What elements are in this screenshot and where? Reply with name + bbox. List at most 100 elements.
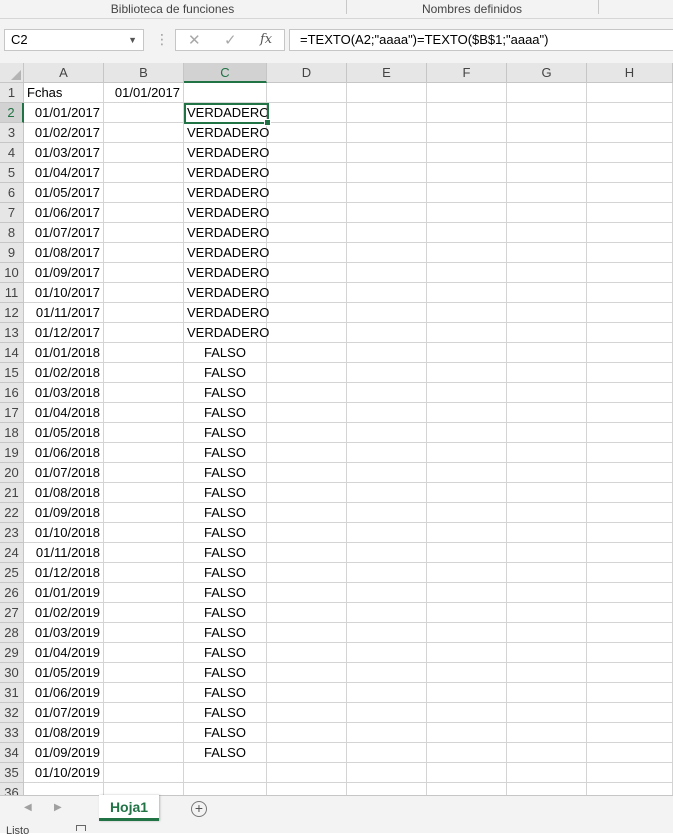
cell-b4[interactable] (104, 143, 184, 163)
cell-b6[interactable] (104, 183, 184, 203)
cell-f28[interactable] (427, 623, 507, 643)
cell-h9[interactable] (587, 243, 673, 263)
cell-h10[interactable] (587, 263, 673, 283)
cell-g1[interactable] (507, 83, 587, 103)
cell-f27[interactable] (427, 603, 507, 623)
cell-b21[interactable] (104, 483, 184, 503)
cell-g29[interactable] (507, 643, 587, 663)
cell-h23[interactable] (587, 523, 673, 543)
cell-g6[interactable] (507, 183, 587, 203)
cell-e32[interactable] (347, 703, 427, 723)
cell-h7[interactable] (587, 203, 673, 223)
row-header[interactable]: 13 (0, 323, 24, 343)
cell-e15[interactable] (347, 363, 427, 383)
cell-g28[interactable] (507, 623, 587, 643)
cell-f23[interactable] (427, 523, 507, 543)
cell-d16[interactable] (267, 383, 347, 403)
cell-d10[interactable] (267, 263, 347, 283)
cell-f1[interactable] (427, 83, 507, 103)
cell-h15[interactable] (587, 363, 673, 383)
cell-f13[interactable] (427, 323, 507, 343)
cell-e11[interactable] (347, 283, 427, 303)
cell-d5[interactable] (267, 163, 347, 183)
row-header[interactable]: 4 (0, 143, 24, 163)
cell-a31[interactable]: 01/06/2019 (24, 683, 104, 703)
cell-d32[interactable] (267, 703, 347, 723)
cell-c16[interactable]: FALSO (184, 383, 267, 403)
cell-c17[interactable]: FALSO (184, 403, 267, 423)
cell-g14[interactable] (507, 343, 587, 363)
cell-e5[interactable] (347, 163, 427, 183)
cell-e27[interactable] (347, 603, 427, 623)
cell-e31[interactable] (347, 683, 427, 703)
cell-e25[interactable] (347, 563, 427, 583)
row-header[interactable]: 34 (0, 743, 24, 763)
row-header[interactable]: 11 (0, 283, 24, 303)
cell-d11[interactable] (267, 283, 347, 303)
cell-b34[interactable] (104, 743, 184, 763)
cell-d18[interactable] (267, 423, 347, 443)
cell-b36[interactable] (104, 783, 184, 795)
cell-a13[interactable]: 01/12/2017 (24, 323, 104, 343)
cell-c32[interactable]: FALSO (184, 703, 267, 723)
cell-a33[interactable]: 01/08/2019 (24, 723, 104, 743)
cell-e14[interactable] (347, 343, 427, 363)
cell-a9[interactable]: 01/08/2017 (24, 243, 104, 263)
cell-d27[interactable] (267, 603, 347, 623)
cell-a19[interactable]: 01/06/2018 (24, 443, 104, 463)
cell-d20[interactable] (267, 463, 347, 483)
cell-a10[interactable]: 01/09/2017 (24, 263, 104, 283)
cell-d4[interactable] (267, 143, 347, 163)
cell-c19[interactable]: FALSO (184, 443, 267, 463)
cell-d33[interactable] (267, 723, 347, 743)
cell-g34[interactable] (507, 743, 587, 763)
cell-g16[interactable] (507, 383, 587, 403)
cell-f6[interactable] (427, 183, 507, 203)
row-header[interactable]: 10 (0, 263, 24, 283)
cell-f22[interactable] (427, 503, 507, 523)
row-header[interactable]: 31 (0, 683, 24, 703)
cell-b9[interactable] (104, 243, 184, 263)
cell-b23[interactable] (104, 523, 184, 543)
cell-b7[interactable] (104, 203, 184, 223)
cell-h27[interactable] (587, 603, 673, 623)
cell-g17[interactable] (507, 403, 587, 423)
select-all-corner[interactable] (0, 63, 24, 83)
cell-c12[interactable]: VERDADERO (184, 303, 269, 323)
cell-f2[interactable] (427, 103, 507, 123)
cell-f33[interactable] (427, 723, 507, 743)
cell-a16[interactable]: 01/03/2018 (24, 383, 104, 403)
cell-f20[interactable] (427, 463, 507, 483)
cell-d24[interactable] (267, 543, 347, 563)
cell-e28[interactable] (347, 623, 427, 643)
cell-c24[interactable]: FALSO (184, 543, 267, 563)
add-sheet-icon[interactable]: + (191, 801, 207, 817)
row-header[interactable]: 5 (0, 163, 24, 183)
cell-g33[interactable] (507, 723, 587, 743)
cell-c8[interactable]: VERDADERO (184, 223, 269, 243)
cell-c14[interactable]: FALSO (184, 343, 267, 363)
cell-e3[interactable] (347, 123, 427, 143)
cell-g35[interactable] (507, 763, 587, 783)
cell-g31[interactable] (507, 683, 587, 703)
cell-c20[interactable]: FALSO (184, 463, 267, 483)
row-header[interactable]: 36 (0, 783, 24, 795)
cell-e6[interactable] (347, 183, 427, 203)
cell-g11[interactable] (507, 283, 587, 303)
cell-h16[interactable] (587, 383, 673, 403)
cell-g15[interactable] (507, 363, 587, 383)
cell-b28[interactable] (104, 623, 184, 643)
cell-a1[interactable]: Fchas (24, 83, 104, 103)
cell-d31[interactable] (267, 683, 347, 703)
cell-a27[interactable]: 01/02/2019 (24, 603, 104, 623)
cell-e36[interactable] (347, 783, 427, 795)
cell-f35[interactable] (427, 763, 507, 783)
cell-h20[interactable] (587, 463, 673, 483)
cell-e13[interactable] (347, 323, 427, 343)
row-header[interactable]: 21 (0, 483, 24, 503)
cell-b18[interactable] (104, 423, 184, 443)
row-header[interactable]: 22 (0, 503, 24, 523)
cell-f14[interactable] (427, 343, 507, 363)
cell-h14[interactable] (587, 343, 673, 363)
column-header-f[interactable]: F (427, 63, 507, 83)
